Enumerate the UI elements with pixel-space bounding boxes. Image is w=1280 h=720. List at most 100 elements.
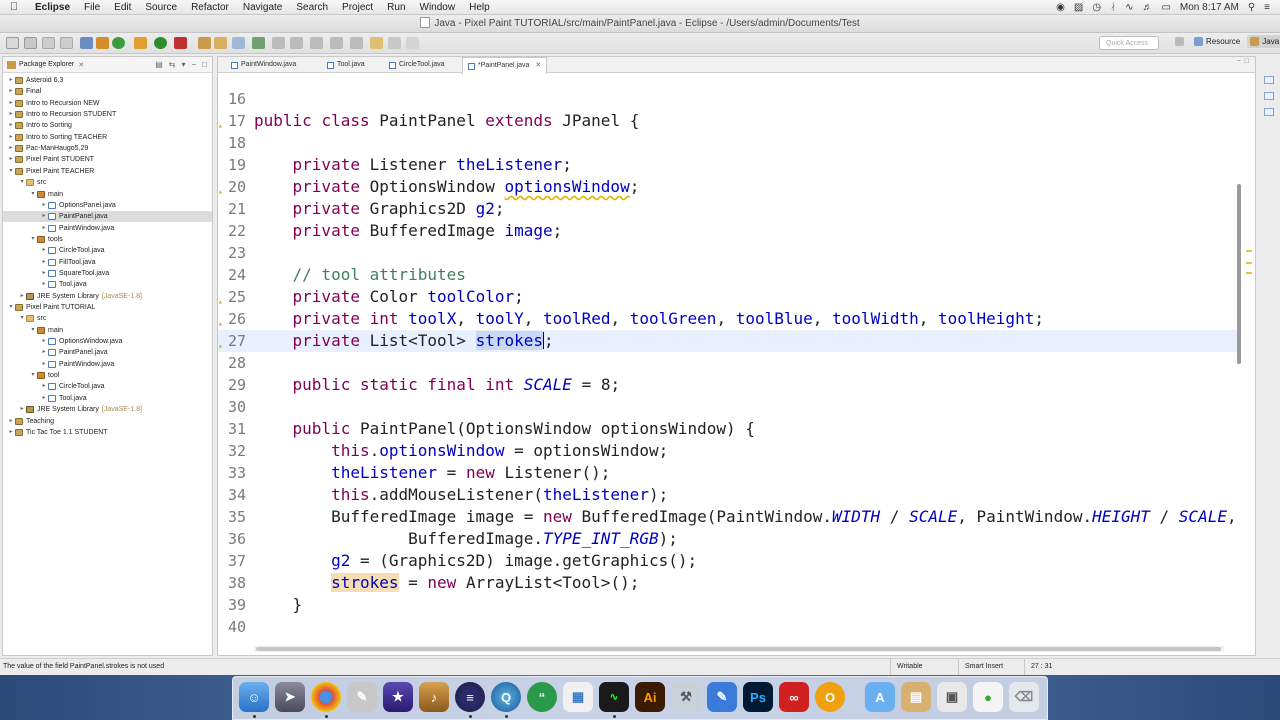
tree-node[interactable]: ▸ OptionsWindow.java xyxy=(3,336,212,347)
code-line[interactable]: 37 g2 = (Graphics2D) image.getGraphics()… xyxy=(218,550,1240,572)
menu-edit[interactable]: Edit xyxy=(107,0,138,15)
warning-marker-icon[interactable]: ▴ xyxy=(218,313,224,328)
menu-project[interactable]: Project xyxy=(335,0,380,15)
notification-icon[interactable]: ≡ xyxy=(1264,2,1270,13)
code-line[interactable]: 28 xyxy=(218,352,1240,374)
search-icon[interactable] xyxy=(252,37,265,49)
code-line[interactable]: 19 private Listener theListener; xyxy=(218,154,1240,176)
expanded-arrow-icon[interactable]: ▾ xyxy=(7,166,15,177)
collapsed-arrow-icon[interactable]: ▸ xyxy=(7,154,15,165)
quick-access-input[interactable]: Quick Access xyxy=(1099,36,1159,50)
warning-marker-icon[interactable]: ▴ xyxy=(218,115,224,130)
tree-node[interactable]: ▸ FillTool.java xyxy=(3,257,212,268)
link-editor-icon[interactable]: ⇆ xyxy=(169,60,176,69)
tree-node[interactable]: ▸ Pixel Paint STUDENT xyxy=(3,154,212,165)
dropbox-icon[interactable]: ▨ xyxy=(1074,2,1083,13)
downloads-stack-icon[interactable]: ▤ xyxy=(901,682,931,712)
code-line[interactable]: 32 this.optionsWindow = optionsWindow; xyxy=(218,440,1240,462)
collapsed-arrow-icon[interactable]: ▸ xyxy=(40,200,48,211)
expanded-arrow-icon[interactable]: ▾ xyxy=(7,302,15,313)
collapsed-arrow-icon[interactable]: ▸ xyxy=(7,98,15,109)
tree-node[interactable]: ▾ src xyxy=(3,313,212,324)
menu-window[interactable]: Window xyxy=(413,0,463,15)
collapsed-arrow-icon[interactable]: ▸ xyxy=(7,132,15,143)
show-whitespace-icon[interactable] xyxy=(290,37,303,49)
tab-paint-window[interactable]: PaintWindow.java xyxy=(226,57,301,73)
print-icon[interactable] xyxy=(60,37,73,49)
collapsed-arrow-icon[interactable]: ▸ xyxy=(7,143,15,154)
save-all-icon[interactable] xyxy=(42,37,55,49)
tree-node[interactable]: ▾ tool xyxy=(3,370,212,381)
trash-icon[interactable]: ⌫ xyxy=(1009,682,1039,712)
perspective-resource[interactable]: Resource xyxy=(1191,35,1243,48)
tree-node[interactable]: ▸ PaintWindow.java xyxy=(3,359,212,370)
expanded-arrow-icon[interactable]: ▾ xyxy=(18,313,26,324)
menu-navigate[interactable]: Navigate xyxy=(236,0,289,15)
illustrator-icon[interactable]: Ai xyxy=(635,682,665,712)
close-tab-icon[interactable]: ✕ xyxy=(535,58,541,74)
coverage-icon[interactable] xyxy=(96,37,109,49)
outline-icon[interactable] xyxy=(1264,76,1274,84)
menu-source[interactable]: Source xyxy=(138,0,184,15)
next-annotation-icon[interactable] xyxy=(330,37,343,49)
new-package-icon[interactable] xyxy=(198,37,211,49)
acrobat-icon[interactable]: ∞ xyxy=(779,682,809,712)
record-icon[interactable]: ◉ xyxy=(1056,2,1065,13)
tree-node[interactable]: ▸ OptionsPanel.java xyxy=(3,200,212,211)
expanded-arrow-icon[interactable]: ▾ xyxy=(29,325,37,336)
tree-node[interactable]: ▾ Pixel Paint TUTORIAL xyxy=(3,302,212,313)
vertical-scroll-thumb[interactable] xyxy=(1237,184,1241,364)
code-line[interactable]: 34 this.addMouseListener(theListener); xyxy=(218,484,1240,506)
apple-icon[interactable]:  xyxy=(0,1,28,13)
overview-ruler[interactable] xyxy=(1246,72,1254,642)
tree-node[interactable]: ▸ Tool.java xyxy=(3,393,212,404)
code-line[interactable]: 25 ▴ private Color toolColor; xyxy=(218,286,1240,308)
collapsed-arrow-icon[interactable]: ▸ xyxy=(40,347,48,358)
tree-node[interactable]: ▾ Pixel Paint TEACHER xyxy=(3,166,212,177)
battery-icon[interactable]: ▭ xyxy=(1161,2,1170,13)
tree-node[interactable]: ▸ Final xyxy=(3,86,212,97)
close-icon[interactable]: ✕ xyxy=(78,61,84,69)
quicktime-icon[interactable]: Q xyxy=(491,682,521,712)
tree-node[interactable]: ▸ Asteroid 6.3 xyxy=(3,75,212,86)
menu-file[interactable]: File xyxy=(77,0,107,15)
launchpad-icon[interactable]: ➤ xyxy=(275,682,305,712)
tree-node[interactable]: ▾ main xyxy=(3,189,212,200)
collapsed-arrow-icon[interactable]: ▸ xyxy=(40,279,48,290)
tree-node[interactable]: ▾ main xyxy=(3,325,212,336)
collapsed-arrow-icon[interactable]: ▸ xyxy=(7,416,15,427)
tree-node[interactable]: ▸ Tic Tac Toe 1.1 STUDENT xyxy=(3,427,212,438)
menu-app[interactable]: Eclipse xyxy=(28,0,77,15)
prev-annotation-icon[interactable] xyxy=(350,37,363,49)
clock[interactable]: Mon 8:17 AM xyxy=(1180,2,1239,13)
code-line[interactable]: 26 ▴ private int toolX, toolY, toolRed, t… xyxy=(218,308,1240,330)
task-list-icon[interactable] xyxy=(1264,92,1274,100)
back-icon[interactable] xyxy=(388,37,401,49)
wifi-icon[interactable]: ∿ xyxy=(1125,2,1133,13)
hierarchy-icon[interactable] xyxy=(1264,108,1274,116)
view-menu-icon[interactable]: ▾ xyxy=(181,60,185,69)
code-line[interactable]: 30 xyxy=(218,396,1240,418)
stop-icon[interactable] xyxy=(174,37,187,49)
code-line[interactable]: 17 ▴ public class PaintPanel extends JPane… xyxy=(218,110,1240,132)
collapse-all-icon[interactable]: ▤ xyxy=(155,60,163,69)
expanded-arrow-icon[interactable]: ▾ xyxy=(29,189,37,200)
run-icon[interactable] xyxy=(112,37,125,49)
code-line[interactable]: 16 xyxy=(218,88,1240,110)
menu-run[interactable]: Run xyxy=(380,0,412,15)
code-line[interactable]: 18 xyxy=(218,132,1240,154)
collapsed-arrow-icon[interactable]: ▸ xyxy=(7,427,15,438)
collapsed-arrow-icon[interactable]: ▸ xyxy=(18,291,26,302)
horizontal-scroll-thumb[interactable] xyxy=(256,647,1221,651)
vertical-scrollbar[interactable] xyxy=(1236,72,1242,642)
tree-node[interactable]: ▸ PaintPanel.java xyxy=(3,211,212,223)
applications-folder-icon[interactable]: A xyxy=(865,682,895,712)
timemachine-icon[interactable]: ◷ xyxy=(1092,2,1101,13)
xcode-icon[interactable]: ✎ xyxy=(707,682,737,712)
menu-help[interactable]: Help xyxy=(462,0,497,15)
code-line[interactable]: 22 private BufferedImage image; xyxy=(218,220,1240,242)
tree-node[interactable]: ▸ Intro to Recursion NEW xyxy=(3,98,212,109)
save-icon[interactable] xyxy=(24,37,37,49)
toggle-mark-icon[interactable] xyxy=(272,37,285,49)
tab-paint-panel[interactable]: *PaintPanel.java ✕ xyxy=(462,57,548,74)
